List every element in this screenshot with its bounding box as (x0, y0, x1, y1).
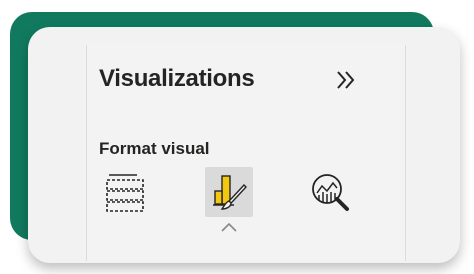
collapse-pane-button[interactable] (333, 67, 359, 93)
visualizations-card: Visualizations Format visual (28, 27, 460, 263)
build-visual-icon (106, 174, 144, 212)
tab-format-visual[interactable] (205, 167, 253, 217)
analytics-icon (312, 174, 349, 211)
format-visual-icon (213, 175, 247, 210)
pane-subtitle: Format visual (99, 139, 210, 158)
visualizations-pane: Visualizations Format visual (86, 45, 406, 261)
tab-analytics[interactable] (309, 171, 355, 217)
chevron-up-icon (221, 222, 237, 232)
chevron-double-right-icon (337, 71, 355, 89)
tab-build-visual[interactable] (103, 171, 149, 217)
pane-title: Visualizations (99, 65, 255, 92)
